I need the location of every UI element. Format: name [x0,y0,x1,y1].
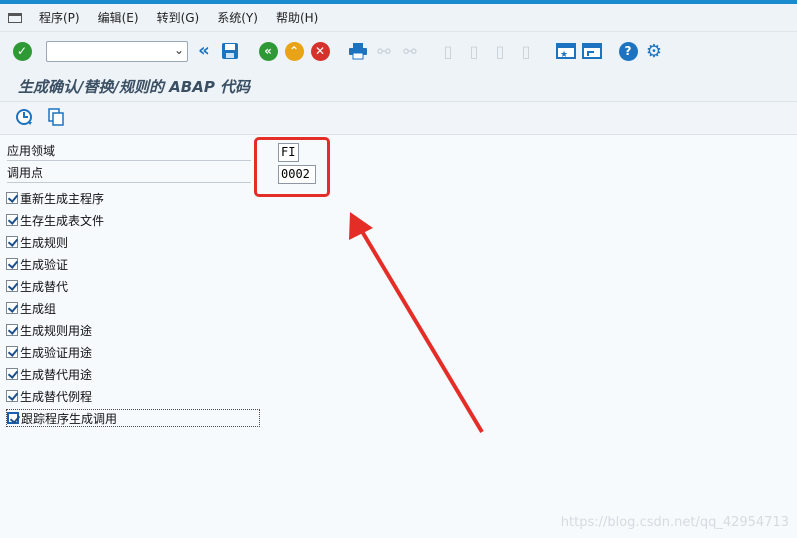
annotation-arrow [349,212,484,434]
arrow-shaft [358,226,484,434]
watermark: https://blog.csdn.net/qq_42954713 [560,515,789,530]
arrow-head [349,212,373,240]
